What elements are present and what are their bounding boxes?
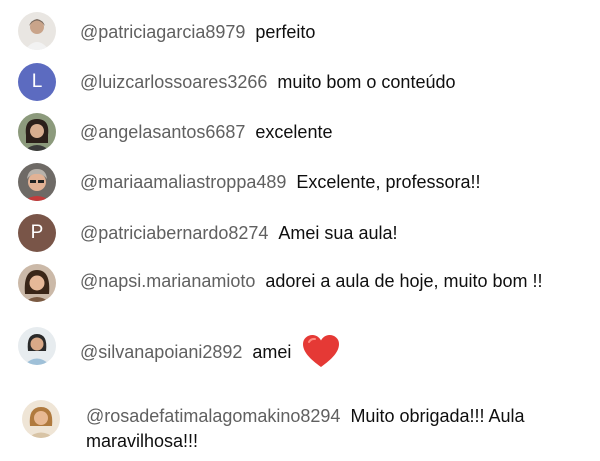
- comment-author[interactable]: @luizcarlossoares3266: [80, 72, 267, 92]
- comment-text: excelente: [255, 122, 333, 142]
- comment-text: amei: [252, 342, 292, 362]
- avatar-letter: L: [31, 71, 43, 92]
- comment-text: muito bom o conteúdo: [277, 72, 456, 92]
- comment-text: adorei a aula de hoje, muito bom !!: [265, 271, 543, 291]
- comment-author[interactable]: @napsi.marianamioto: [80, 271, 255, 291]
- person-photo-icon: [18, 113, 56, 151]
- comment-text-block: @silvanapoiani2892 amei: [80, 334, 550, 375]
- comment-text-block: @rosadefatimalagomakino8294 Muito obrigad…: [86, 404, 566, 454]
- person-photo-icon: [22, 400, 60, 438]
- comment-text-block: @napsi.marianamioto adorei a aula de hoje…: [80, 269, 550, 294]
- avatar[interactable]: [18, 327, 56, 365]
- avatar[interactable]: [18, 12, 56, 50]
- comment-author[interactable]: @silvanapoiani2892: [80, 342, 242, 362]
- comment-text: perfeito: [255, 22, 316, 42]
- avatar[interactable]: L: [18, 63, 56, 101]
- avatar[interactable]: P: [18, 214, 56, 252]
- comment-author[interactable]: @rosadefatimalagomakino8294: [86, 406, 340, 426]
- avatar[interactable]: [18, 113, 56, 151]
- person-photo-icon: [18, 12, 56, 50]
- comment-author[interactable]: @patriciagarcia8979: [80, 22, 245, 42]
- person-photo-icon: [18, 264, 56, 302]
- comment-author[interactable]: @mariaamaliastroppa489: [80, 172, 286, 192]
- avatar[interactable]: [22, 400, 60, 438]
- avatar[interactable]: [18, 163, 56, 201]
- avatar[interactable]: [18, 264, 56, 302]
- person-photo-icon: [18, 163, 56, 201]
- comment-text-block: @luizcarlossoares3266 muito bom o conteúd…: [80, 70, 550, 95]
- comment-text-block: @patriciagarcia8979 perfeito: [80, 20, 550, 45]
- person-photo-icon: [18, 327, 56, 365]
- comment-author[interactable]: @angelasantos6687: [80, 122, 245, 142]
- comment-text: Amei sua aula!: [278, 223, 398, 243]
- comment-text-block: @mariaamaliastroppa489 Excelente, profess…: [80, 170, 550, 195]
- comment-text-block: @angelasantos6687 excelente: [80, 120, 550, 145]
- heart-icon: [302, 334, 340, 375]
- avatar-letter: P: [30, 222, 44, 243]
- comment-text: Excelente, professora!!: [296, 172, 481, 192]
- comment-author[interactable]: @patriciabernardo8274: [80, 223, 268, 243]
- comment-text-block: @patriciabernardo8274 Amei sua aula!: [80, 221, 550, 246]
